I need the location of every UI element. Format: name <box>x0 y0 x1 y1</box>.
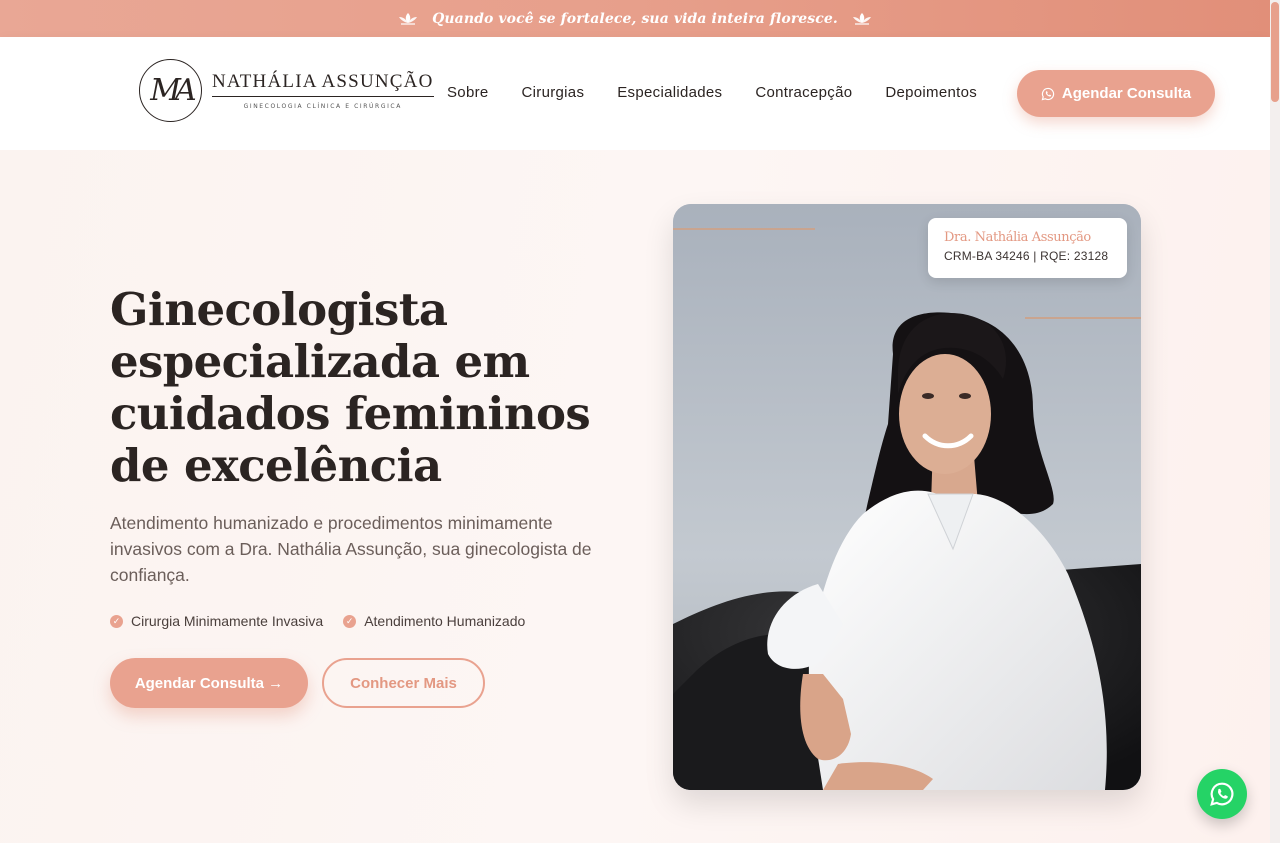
logo-name: NATHÁLIA ASSUNÇÃO <box>212 71 434 97</box>
doctor-credentials-card: Dra. Nathália Assunção CRM-BA 34246 | RQ… <box>928 218 1127 278</box>
nav-link-depoimentos[interactable]: Depoimentos <box>885 84 977 101</box>
decorative-line <box>673 228 815 230</box>
logo-wordmark: NATHÁLIA ASSUNÇÃO GINECOLOGIA CLÍNICA E … <box>212 71 434 110</box>
scrollbar-thumb[interactable] <box>1271 2 1279 102</box>
header-book-appointment-button[interactable]: Agendar Consulta <box>1017 70 1215 117</box>
doctor-registration: CRM-BA 34246 | RQE: 23128 <box>944 249 1109 263</box>
decorative-line <box>1025 317 1141 319</box>
header-book-appointment-label: Agendar Consulta <box>1061 85 1192 102</box>
whatsapp-float-button[interactable] <box>1197 769 1247 819</box>
logo-monogram: MA <box>139 59 202 122</box>
hero-subtitle: Atendimento humanizado e procedimentos m… <box>110 513 592 585</box>
nav-link-contracepcao[interactable]: Contracepção <box>755 84 852 101</box>
site-header: MA NATHÁLIA ASSUNÇÃO GINECOLOGIA CLÍNICA… <box>0 37 1270 150</box>
feature-item: ✓ Cirurgia Minimamente Invasiva <box>110 613 323 629</box>
announcement-bar: Quando você se fortalece, sua vida intei… <box>0 0 1270 37</box>
feature-label: Atendimento Humanizado <box>364 613 526 629</box>
doctor-name: Dra. Nathália Assunção <box>944 230 1091 245</box>
book-appointment-button[interactable]: Agendar Consulta → <box>110 658 308 708</box>
nav-link-especialidades[interactable]: Especialidades <box>617 84 722 101</box>
check-circle-icon: ✓ <box>343 614 357 628</box>
logo[interactable]: MA NATHÁLIA ASSUNÇÃO GINECOLOGIA CLÍNICA… <box>139 59 434 122</box>
logo-tagline: GINECOLOGIA CLÍNICA E CIRÚRGICA <box>243 103 402 110</box>
feature-label: Cirurgia Minimamente Invasiva <box>131 613 324 629</box>
nav-link-cirurgias[interactable]: Cirurgias <box>522 84 585 101</box>
feature-item: ✓ Atendimento Humanizado <box>343 613 525 629</box>
hero-title: Ginecologista especializada em cuidados … <box>110 283 591 492</box>
doctor-photo: Dra. Nathália Assunção CRM-BA 34246 | RQ… <box>673 204 1141 790</box>
lotus-icon <box>852 12 871 25</box>
lotus-icon <box>399 12 418 25</box>
whatsapp-icon <box>1210 782 1234 806</box>
scrollbar-track[interactable] <box>1270 0 1280 843</box>
nav-link-sobre[interactable]: Sobre <box>447 84 489 101</box>
main-nav: Sobre Cirurgias Especialidades Contracep… <box>447 84 977 101</box>
learn-more-button[interactable]: Conhecer Mais <box>322 658 485 708</box>
whatsapp-icon <box>1041 87 1055 100</box>
hero-features: ✓ Cirurgia Minimamente Invasiva ✓ Atendi… <box>110 613 525 629</box>
doctor-portrait-illustration <box>673 204 1141 790</box>
check-circle-icon: ✓ <box>110 614 123 628</box>
announcement-quote: Quando você se fortalece, sua vida intei… <box>432 10 838 27</box>
